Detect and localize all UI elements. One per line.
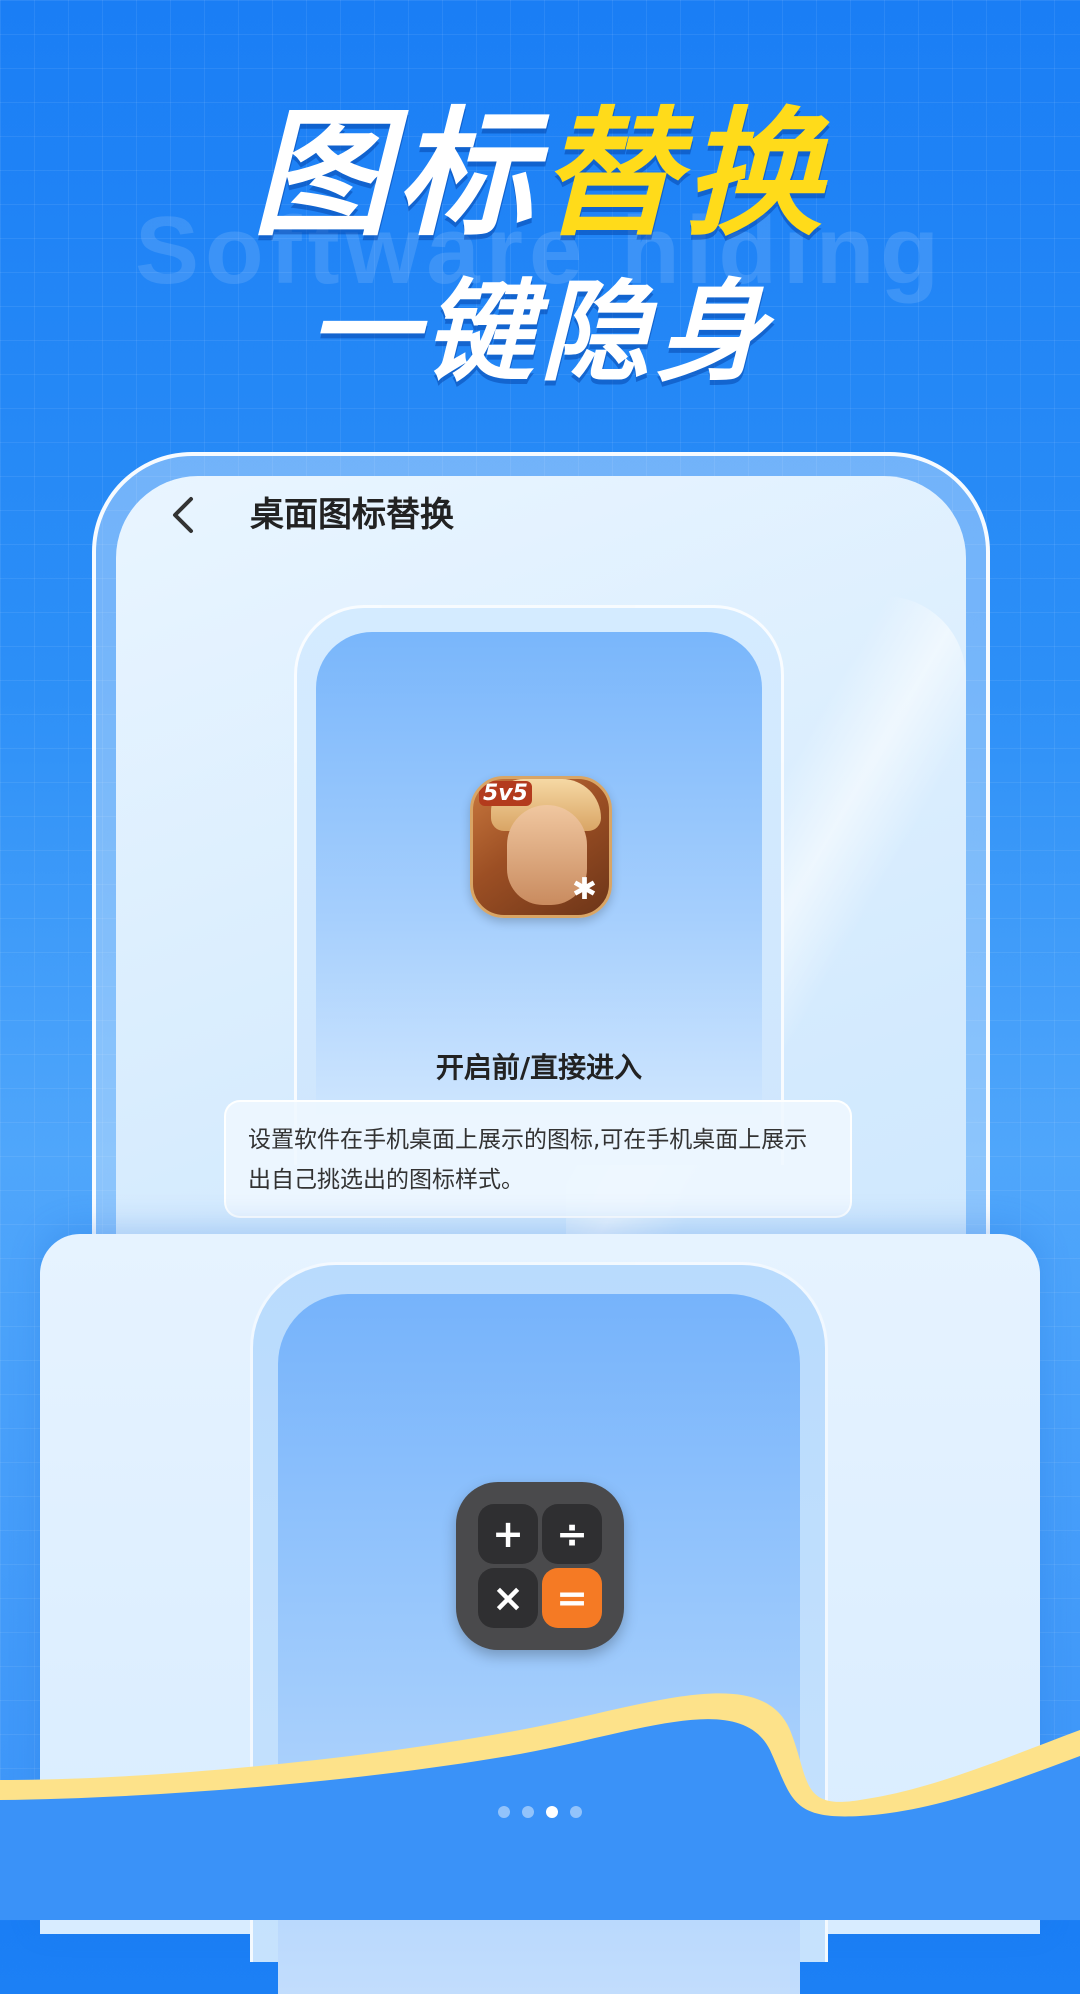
game-badge: 5v5 (479, 781, 532, 806)
equals-key-icon: = (542, 1568, 602, 1628)
headline-line-2: 一键隐身 (308, 268, 772, 396)
page-dot[interactable] (522, 1806, 534, 1818)
page-title: 桌面图标替换 (250, 495, 454, 535)
page-dot-active[interactable] (546, 1806, 558, 1818)
bottom-wave (0, 1693, 1080, 1920)
page-dot[interactable] (570, 1806, 582, 1818)
description-box: 设置软件在手机桌面上展示的图标,可在手机桌面上展示出自己挑选出的图标样式。 (224, 1100, 852, 1218)
headline-white-text: 图标 (251, 94, 540, 255)
page-indicator (0, 1806, 1080, 1818)
page-dot[interactable] (498, 1806, 510, 1818)
headline-line-1: 图标替换 (0, 100, 1080, 250)
sparkle-icon: ✱ (571, 872, 597, 907)
plus-key-icon: + (478, 1504, 538, 1564)
headline-yellow-text: 替换 (540, 94, 829, 255)
calculator-app-icon: + ÷ × = (456, 1482, 624, 1650)
before-label: 开启前/直接进入 (435, 1051, 643, 1084)
divide-key-icon: ÷ (542, 1504, 602, 1564)
chevron-left-icon (173, 497, 193, 533)
back-button[interactable] (160, 490, 204, 540)
game-app-icon: 5v5 ✱ (470, 776, 612, 918)
multiply-key-icon: × (478, 1568, 538, 1628)
